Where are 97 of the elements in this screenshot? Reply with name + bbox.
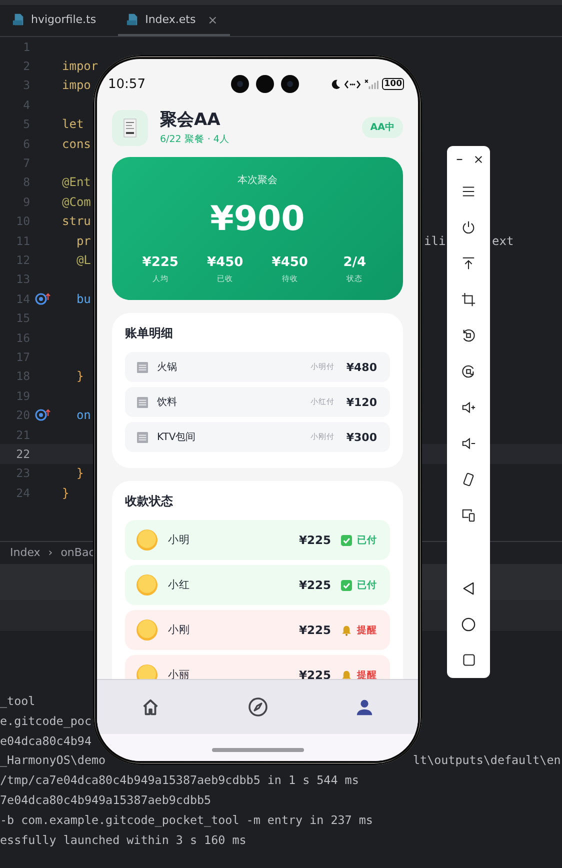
summary-label: 本次聚会: [238, 174, 278, 188]
close-icon[interactable]: [474, 155, 482, 164]
code-text: on: [75, 408, 91, 422]
payment-row[interactable]: 小刚 ¥225 提醒: [125, 610, 390, 650]
override-marker-icon[interactable]: [35, 292, 51, 305]
rotate-right-icon[interactable]: [461, 364, 476, 380]
override-marker-icon[interactable]: [35, 409, 51, 422]
check-icon: [341, 534, 352, 546]
document-icon: [137, 432, 148, 442]
status-time: 10:57: [108, 76, 146, 92]
shake-icon[interactable]: [461, 472, 476, 487]
total-amount: ¥900: [210, 199, 305, 239]
code-text: }: [75, 369, 84, 384]
recents-icon[interactable]: [462, 653, 476, 668]
bill-name: 火锅: [157, 360, 177, 374]
payment-status[interactable]: 提醒: [357, 668, 377, 679]
rotate-left-icon[interactable]: [461, 328, 476, 344]
bill-amount: ¥480: [346, 360, 377, 374]
console-text: e04dca80c4b94: [0, 734, 92, 748]
member-amount: ¥225: [298, 533, 331, 547]
code-text: }: [62, 486, 70, 500]
bell-icon: [341, 670, 352, 679]
event-subtitle: 6/22 聚餐 · 4人: [160, 133, 230, 146]
bill-amount: ¥120: [346, 396, 377, 408]
moon-icon: [330, 78, 342, 90]
code-text: ext: [492, 234, 514, 248]
member-amount: ¥225: [298, 578, 331, 592]
pin-to-top-icon[interactable]: [461, 256, 476, 272]
crop-icon[interactable]: [461, 292, 476, 308]
file-tab[interactable]: hvigorfile.ts: [8, 5, 104, 36]
section-title: 收款状态: [125, 493, 174, 509]
breadcrumb-separator: ›: [48, 546, 53, 558]
line-number: 22: [15, 446, 30, 461]
app-title: 聚会AA: [160, 109, 222, 131]
breadcrumb-item[interactable]: Index: [10, 546, 40, 558]
receipt-icon: [112, 110, 148, 146]
volume-down-icon[interactable]: [461, 436, 476, 451]
bill-name: KTV包间: [157, 431, 196, 444]
document-icon: [137, 362, 148, 372]
console-text: -b com.example.gitcode_pocket_tool -m entry in 237 ms: [0, 812, 373, 827]
section-title: 账单明细: [125, 325, 174, 341]
data-transfer-icon: [344, 78, 362, 90]
bill-name: 饮料: [157, 396, 177, 409]
breadcrumb-item[interactable]: onBac: [60, 546, 95, 558]
code-text: impo: [62, 78, 91, 92]
console-text: /tmp/ca7e04dca80c4b949a15387aeb9cdbb5 in 1 s 544 ms: [0, 773, 359, 788]
home-button-icon[interactable]: [461, 616, 476, 632]
member-amount: ¥225: [298, 623, 331, 637]
payment-row[interactable]: 小红 ¥225 已付: [125, 565, 390, 605]
stat-value: 2/4: [343, 255, 366, 271]
member-amount: ¥225: [298, 668, 331, 679]
home-icon: [141, 698, 160, 716]
member-name: 小红: [168, 578, 190, 592]
check-icon: [341, 580, 352, 590]
console-text: _HarmonyOS\demo: [0, 753, 106, 768]
person-icon: [355, 698, 374, 716]
code-text: @Com: [62, 194, 91, 209]
code-text: impor: [62, 59, 98, 74]
console-text: lt\outputs\default\en: [413, 753, 561, 768]
battery-level: 100: [382, 78, 404, 90]
signal-icon: [364, 78, 380, 90]
code-text: let: [62, 117, 84, 132]
file-icon: [126, 13, 140, 26]
emoji-icon: [136, 619, 158, 641]
console-text: _tool: [0, 694, 36, 708]
stat-value: ¥225: [142, 255, 178, 271]
emoji-icon: [136, 529, 158, 551]
member-name: 小明: [168, 533, 190, 547]
code-text: }: [75, 466, 84, 480]
code-text: @Ent: [62, 175, 91, 190]
emoji-icon: [136, 574, 158, 596]
payment-status[interactable]: 提醒: [357, 624, 377, 636]
status-badge: AA中: [362, 117, 403, 138]
stat-value: ¥450: [272, 255, 308, 271]
code-text: cons: [62, 136, 91, 151]
code-text: ili: [424, 234, 446, 248]
member-name: 小刚: [168, 623, 190, 637]
code-text: stru: [62, 214, 91, 228]
stat-value: ¥450: [207, 255, 244, 271]
file-icon: [12, 13, 25, 26]
power-icon[interactable]: [461, 220, 476, 236]
console-text: essfully launched within 3 s 160 ms: [0, 832, 246, 847]
back-icon[interactable]: [461, 580, 476, 596]
payment-row[interactable]: 小明 ¥225 已付: [125, 520, 390, 560]
console-text: e.gitcode_poc: [0, 714, 92, 728]
camera-drawing: [230, 74, 300, 94]
console-text: 7e04dca80c4b949a15387aeb9cdbb5: [0, 793, 212, 808]
code-text: pr: [75, 234, 91, 248]
bill-amount: ¥300: [346, 430, 377, 444]
bell-icon: [341, 624, 352, 636]
devices-icon[interactable]: [461, 508, 476, 523]
volume-up-icon[interactable]: [461, 400, 476, 416]
code-text: bu: [75, 292, 91, 306]
file-tab[interactable]: Index.ets ×: [118, 5, 230, 36]
code-text: @L: [75, 252, 91, 267]
compass-icon: [248, 697, 268, 717]
document-icon: [137, 396, 148, 408]
